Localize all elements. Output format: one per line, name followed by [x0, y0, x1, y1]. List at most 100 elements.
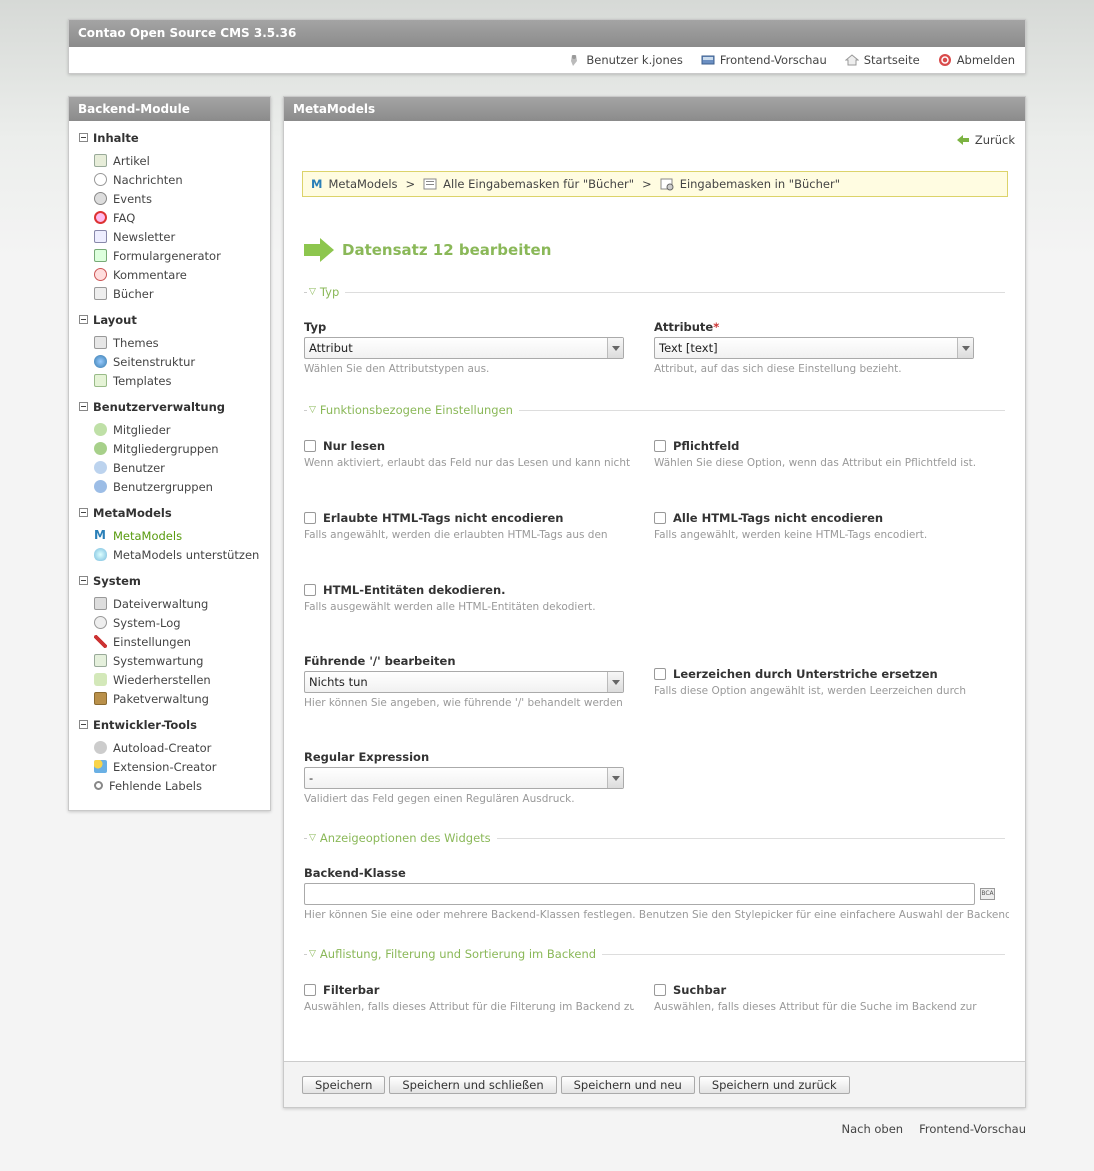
searchable-checkbox[interactable] [654, 984, 666, 996]
user-link-label: Benutzer k.jones [586, 53, 683, 67]
nav-group-toggle[interactable]: Benutzerverwaltung [69, 399, 270, 414]
user-link[interactable]: Benutzer k.jones [567, 53, 683, 67]
nav-group-inhalte: Inhalte Artikel Nachrichten Events FAQ N… [69, 130, 270, 303]
legend-dash [304, 409, 307, 411]
globe-icon [94, 355, 107, 368]
readonly-label: Nur lesen [323, 439, 386, 453]
backend-class-input[interactable] [304, 883, 975, 905]
sidebar-item-dateiverwaltung[interactable]: Dateiverwaltung [69, 594, 270, 613]
type-select[interactable]: Attribut [304, 337, 624, 359]
nav-group-entwickler-tools: Entwickler-Tools Autoload-Creator Extens… [69, 717, 270, 795]
field-mandatory: Pflichtfeld Wählen Sie diese Option, wen… [654, 439, 1004, 469]
legend-function-settings[interactable]: ▽ Funktionsbezogene Einstellungen [304, 403, 1005, 417]
breadcrumb-item[interactable]: Alle Eingabemasken für "Bücher" [443, 177, 634, 191]
sidebar-item-fehlende-labels[interactable]: Fehlende Labels [69, 776, 270, 795]
frontend-preview-link[interactable]: Frontend-Vorschau [701, 53, 827, 67]
save-and-new-button[interactable]: Speichern und neu [560, 1076, 695, 1094]
nav-group-toggle[interactable]: Inhalte [69, 130, 270, 145]
triangle-down-icon: ▽ [309, 949, 316, 959]
nav-group-toggle[interactable]: Layout [69, 312, 270, 327]
stylepicker-icon[interactable]: BCA [980, 888, 995, 900]
sidebar-item-templates[interactable]: Templates [69, 371, 270, 390]
nav-group-toggle[interactable]: MetaModels [69, 505, 270, 520]
table-icon [94, 287, 107, 300]
main-title: MetaModels [284, 97, 1025, 121]
rgxp-help: Validiert das Feld gegen einen Regulären… [304, 793, 575, 805]
sidebar-item-events[interactable]: Events [69, 189, 270, 208]
mandatory-checkbox[interactable] [654, 440, 666, 452]
attribute-value: Text [text] [659, 341, 718, 355]
sidebar-item-benutzergruppen[interactable]: Benutzergruppen [69, 477, 270, 496]
chevron-down-icon [607, 768, 623, 788]
sidebar-item-artikel[interactable]: Artikel [69, 151, 270, 170]
decode-entities-checkbox[interactable] [304, 584, 316, 596]
frontend-preview-label: Frontend-Vorschau [719, 53, 827, 67]
logout-icon [938, 54, 951, 66]
sidebar-item-metamodels-unterstuetzen[interactable]: MetaModels unterstützen [69, 545, 270, 564]
collapse-icon [79, 508, 88, 517]
nav-group-label: Inhalte [93, 130, 139, 145]
field-allowhtml: Erlaubte HTML-Tags nicht encodieren Fall… [304, 511, 634, 541]
logout-link-label: Abmelden [956, 53, 1015, 67]
spaces-to-underscore-checkbox[interactable] [654, 668, 666, 680]
chevron-down-icon [607, 338, 623, 358]
rgxp-select[interactable]: - [304, 767, 624, 789]
sidebar-item-einstellungen[interactable]: Einstellungen [69, 632, 270, 651]
breadcrumb-item[interactable]: MetaModels [328, 177, 397, 191]
sidebar-item-themes[interactable]: Themes [69, 333, 270, 352]
collapse-icon [79, 402, 88, 411]
allowhtml-checkbox[interactable] [304, 512, 316, 524]
sidebar-item-seitenstruktur[interactable]: Seitenstruktur [69, 352, 270, 371]
sidebar-item-kommentare[interactable]: Kommentare [69, 265, 270, 284]
nav-group-label: Benutzerverwaltung [93, 399, 225, 414]
preservetags-checkbox[interactable] [654, 512, 666, 524]
sidebar-item-formulargenerator[interactable]: Formulargenerator [69, 246, 270, 265]
collapse-icon [79, 315, 88, 324]
save-and-close-button[interactable]: Speichern und schließen [389, 1076, 557, 1094]
sidebar-item-autoload-creator[interactable]: Autoload-Creator [69, 738, 270, 757]
filterable-checkbox[interactable] [304, 984, 316, 996]
extension-icon [94, 760, 107, 773]
breadcrumb: M MetaModels > Alle Eingabemasken für "B… [302, 171, 1008, 197]
sidebar-item-extension-creator[interactable]: Extension-Creator [69, 757, 270, 776]
attribute-select[interactable]: Text [text] [654, 337, 974, 359]
nav-group-toggle[interactable]: Entwickler-Tools [69, 717, 270, 732]
sidebar-item-benutzer[interactable]: Benutzer [69, 458, 270, 477]
legend-display-options[interactable]: ▽ Anzeigeoptionen des Widgets [304, 831, 1005, 845]
mandatory-label: Pflichtfeld [673, 439, 740, 453]
sidebar-item-wiederherstellen[interactable]: Wiederherstellen [69, 670, 270, 689]
spaces-to-underscore-label: Leerzeichen durch Unterstriche ersetzen [673, 667, 938, 681]
logout-link[interactable]: Abmelden [938, 53, 1015, 67]
footer-links: Nach oben Frontend-Vorschau [841, 1122, 1026, 1136]
back-link[interactable]: Zurück [956, 133, 1015, 147]
sidebar-item-mitglieder[interactable]: Mitglieder [69, 420, 270, 439]
sidebar-item-mitgliedergruppen[interactable]: Mitgliedergruppen [69, 439, 270, 458]
sidebar-item-systemwartung[interactable]: Systemwartung [69, 651, 270, 670]
readonly-checkbox[interactable] [304, 440, 316, 452]
save-and-back-button[interactable]: Speichern und zurück [698, 1076, 850, 1094]
legend-typ[interactable]: ▽ Typ [304, 285, 1005, 299]
field-filterable: Filterbar Auswählen, falls dieses Attrib… [304, 983, 634, 1013]
save-button[interactable]: Speichern [302, 1076, 386, 1094]
legend-line [345, 291, 1005, 293]
sidebar-item-paketverwaltung[interactable]: Paketverwaltung [69, 689, 270, 708]
sidebar-item-faq[interactable]: FAQ [69, 208, 270, 227]
back-to-top-link[interactable]: Nach oben [841, 1122, 903, 1136]
sidebar-item-nachrichten[interactable]: Nachrichten [69, 170, 270, 189]
sidebar-item-newsletter[interactable]: Newsletter [69, 227, 270, 246]
footer-frontend-preview-link[interactable]: Frontend-Vorschau [919, 1122, 1026, 1136]
files-icon [94, 597, 107, 610]
legend-dash [304, 837, 307, 839]
sidebar-item-metamodels[interactable]: M MetaModels [69, 526, 270, 545]
top-header: Contao Open Source CMS 3.5.36 Benutzer k… [68, 19, 1026, 74]
home-link[interactable]: Startseite [844, 53, 920, 67]
sidebar-item-system-log[interactable]: System-Log [69, 613, 270, 632]
legend-listing[interactable]: ▽ Auflistung, Filterung und Sortierung i… [304, 947, 1005, 961]
nav-group-toggle[interactable]: System [69, 573, 270, 588]
preservetags-help: Falls angewählt, werden keine HTML-Tags … [654, 529, 928, 541]
nav-group-benutzerverwaltung: Benutzerverwaltung Mitglieder Mitglieder… [69, 399, 270, 496]
sidebar-item-buecher[interactable]: Bücher [69, 284, 270, 303]
decode-entities-label: HTML-Entitäten dekodieren. [323, 583, 506, 597]
trailing-slash-select[interactable]: Nichts tun [304, 671, 624, 693]
nav-group-label: Layout [93, 312, 137, 327]
